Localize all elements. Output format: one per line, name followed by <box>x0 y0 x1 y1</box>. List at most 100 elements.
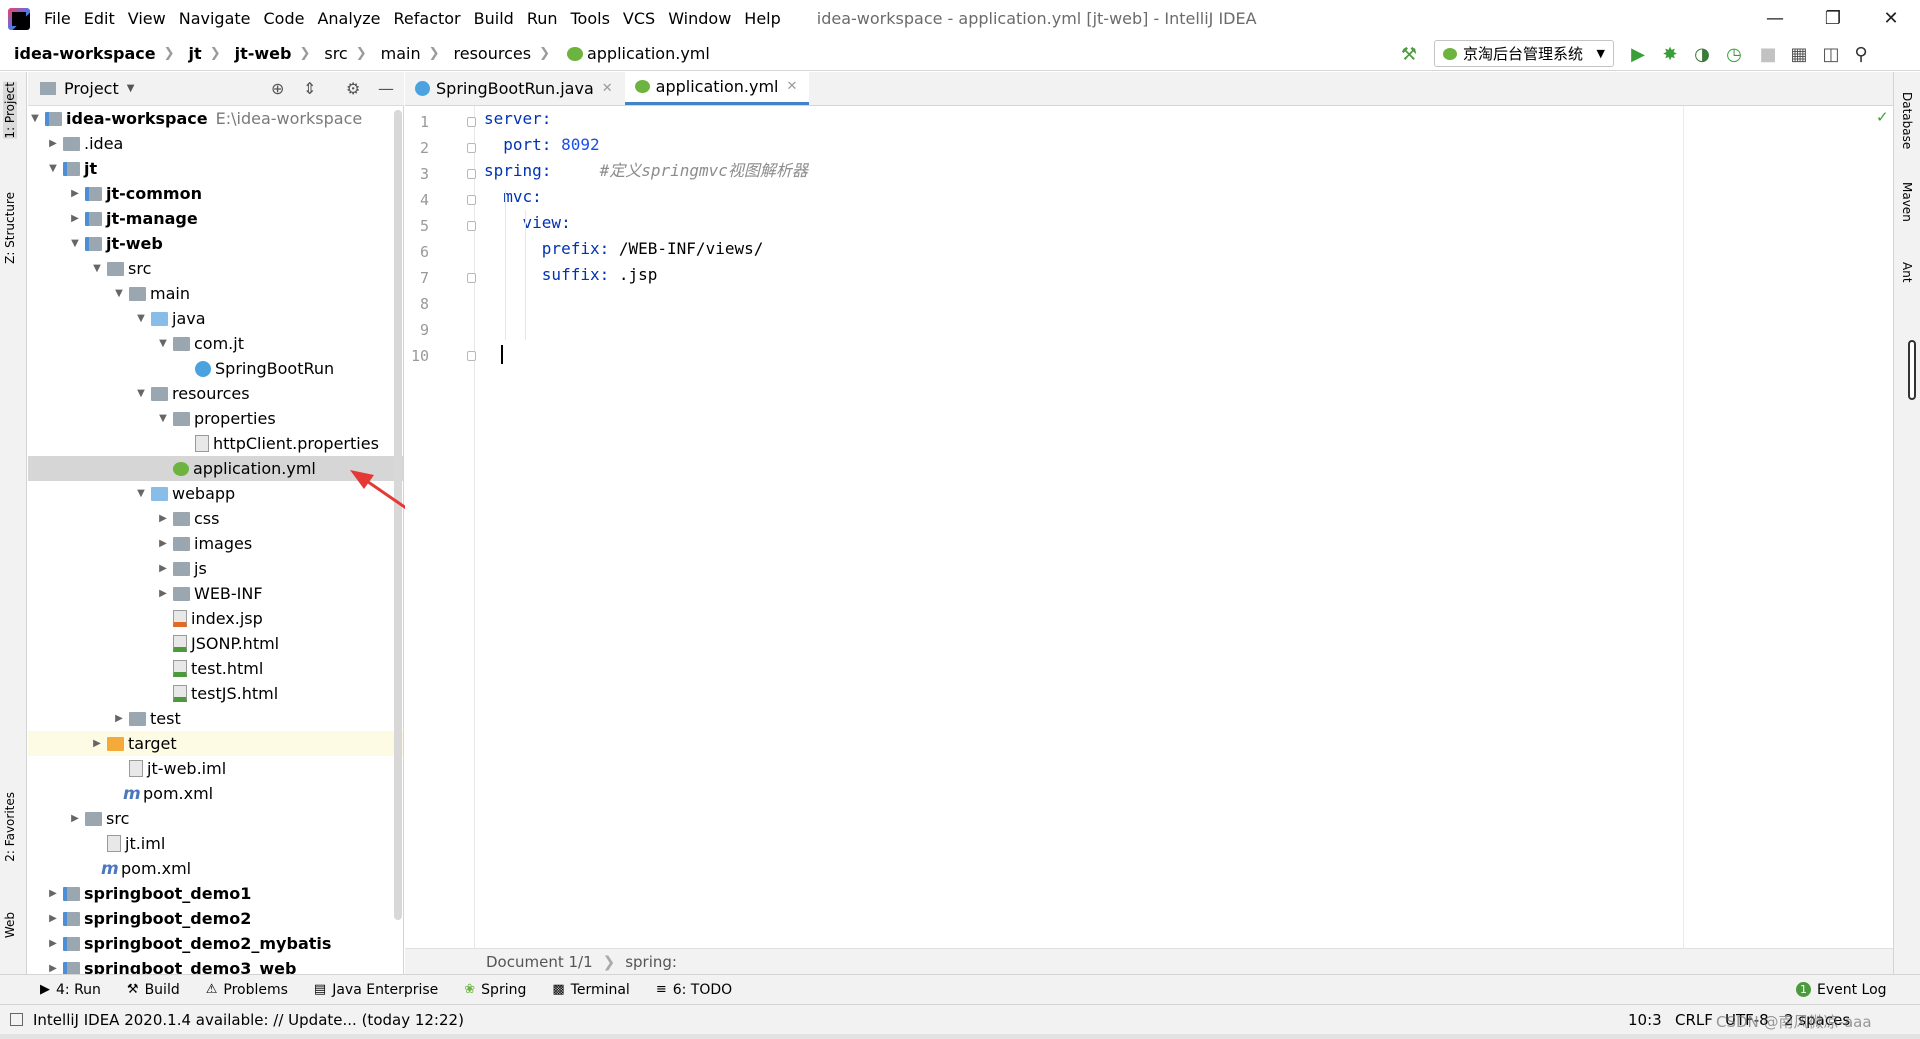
tree-item-springboot-demo3-web[interactable]: ▶ springboot_demo3_web <box>28 956 403 974</box>
menu-code[interactable]: Code <box>264 7 305 30</box>
code-editor[interactable]: server: port: 8092 spring: #定义springmvc视… <box>476 106 1893 948</box>
tree-item-jt-web-pom[interactable]: m pom.xml <box>28 781 403 806</box>
tool-maven-tab[interactable]: Maven <box>1900 182 1914 222</box>
tree-item-web-inf[interactable]: ▶ WEB-INF <box>28 581 403 606</box>
collapse-all-icon[interactable]: ⇕ <box>303 79 316 98</box>
menu-window[interactable]: Window <box>668 7 731 30</box>
tree-item-idea-workspace[interactable]: ▼ idea-workspace E:\idea-workspace <box>28 106 403 131</box>
fold-marker-icon[interactable] <box>467 273 476 283</box>
breadcrumb-application-yml[interactable]: application.yml <box>564 44 710 63</box>
window-toggle-icon[interactable] <box>10 1013 23 1026</box>
menu-analyze[interactable]: Analyze <box>317 7 380 30</box>
tool-structure-tab[interactable]: Z: Structure <box>3 192 17 264</box>
stop-icon[interactable]: ■ <box>1757 43 1779 65</box>
menu-help[interactable]: Help <box>744 7 780 30</box>
search-icon[interactable]: ⚲ <box>1850 43 1872 65</box>
breadcrumb-workspace[interactable]: idea-workspace ❯ <box>14 44 175 63</box>
gear-icon[interactable]: ⚙ <box>346 79 360 98</box>
tool-terminal-button[interactable]: ▩ Terminal <box>552 982 629 998</box>
expanded-arrow-icon[interactable]: ▼ <box>134 488 148 499</box>
tool-project-tab[interactable]: 1: Project <box>3 82 17 139</box>
tree-item-test-html[interactable]: test.html <box>28 656 403 681</box>
fold-marker-icon[interactable] <box>467 351 476 361</box>
tool-todo-button[interactable]: ≡ 6: TODO <box>656 982 732 998</box>
tree-item-properties[interactable]: ▼ properties <box>28 406 403 431</box>
tree-item-idea[interactable]: ▶ .idea <box>28 131 403 156</box>
run-icon[interactable]: ▶ <box>1627 43 1649 65</box>
editor-scroll-thumb[interactable] <box>1908 340 1916 400</box>
collapsed-arrow-icon[interactable]: ▶ <box>156 563 170 574</box>
collapsed-arrow-icon[interactable]: ▶ <box>68 213 82 224</box>
fold-marker-icon[interactable] <box>467 195 476 205</box>
breadcrumb-resources[interactable]: resources ❯ <box>454 44 550 63</box>
tree-item-testjs-html[interactable]: testJS.html <box>28 681 403 706</box>
project-structure-icon[interactable]: ▦ <box>1788 43 1810 65</box>
expanded-arrow-icon[interactable]: ▼ <box>46 163 60 174</box>
tool-run-button[interactable]: ▶ 4: Run <box>40 982 101 998</box>
tree-item-jt[interactable]: ▼ jt <box>28 156 403 181</box>
expanded-arrow-icon[interactable]: ▼ <box>28 113 42 124</box>
tree-item-jsonp-html[interactable]: JSONP.html <box>28 631 403 656</box>
tree-item-jt-src[interactable]: ▶ src <box>28 806 403 831</box>
run-configuration-select[interactable]: 京淘后台管理系统 ▼ <box>1434 40 1614 67</box>
expanded-arrow-icon[interactable]: ▼ <box>134 313 148 324</box>
presentation-icon[interactable]: ◫ <box>1820 43 1842 65</box>
collapsed-arrow-icon[interactable]: ▶ <box>68 813 82 824</box>
tree-item-main[interactable]: ▼ main <box>28 281 403 306</box>
minimize-icon[interactable]: — <box>1746 0 1804 37</box>
tree-item-resources[interactable]: ▼ resources <box>28 381 403 406</box>
expanded-arrow-icon[interactable]: ▼ <box>156 413 170 424</box>
locate-icon[interactable]: ⊕ <box>271 79 284 98</box>
project-panel-title[interactable]: Project <box>64 79 119 98</box>
profile-icon[interactable]: ◷ <box>1723 43 1745 65</box>
collapsed-arrow-icon[interactable]: ▶ <box>46 938 60 949</box>
tool-problems-button[interactable]: ⚠ Problems <box>206 982 288 998</box>
build-hammer-icon[interactable]: ⚒ <box>1398 43 1420 65</box>
tree-item-jt-manage[interactable]: ▶ jt-manage <box>28 206 403 231</box>
collapsed-arrow-icon[interactable]: ▶ <box>112 713 126 724</box>
tree-item-springboot-demo2[interactable]: ▶ springboot_demo2 <box>28 906 403 931</box>
tree-item-jt-web-iml[interactable]: jt-web.iml <box>28 756 403 781</box>
menu-vcs[interactable]: VCS <box>623 7 655 30</box>
collapsed-arrow-icon[interactable]: ▶ <box>46 963 60 974</box>
coverage-icon[interactable]: ◑ <box>1691 43 1713 65</box>
tree-item-springboot-demo1[interactable]: ▶ springboot_demo1 <box>28 881 403 906</box>
yaml-path-crumb[interactable]: spring: <box>625 953 677 971</box>
tree-item-jt-common[interactable]: ▶ jt-common <box>28 181 403 206</box>
expanded-arrow-icon[interactable]: ▼ <box>90 263 104 274</box>
breadcrumb-jt[interactable]: jt ❯ <box>189 44 221 63</box>
collapsed-arrow-icon[interactable]: ▶ <box>46 913 60 924</box>
tool-ant-tab[interactable]: Ant <box>1900 262 1914 283</box>
tree-item-springboot-demo2-mybatis[interactable]: ▶ springboot_demo2_mybatis <box>28 931 403 956</box>
tree-item-springbootrun[interactable]: SpringBootRun <box>28 356 403 381</box>
tree-item-src[interactable]: ▼ src <box>28 256 403 281</box>
collapsed-arrow-icon[interactable]: ▶ <box>46 138 60 149</box>
tree-item-test[interactable]: ▶ test <box>28 706 403 731</box>
hide-icon[interactable]: — <box>378 79 394 98</box>
close-tab-icon[interactable]: ✕ <box>787 79 798 94</box>
close-icon[interactable]: ✕ <box>1862 0 1920 37</box>
tree-item-jt-iml[interactable]: jt.iml <box>28 831 403 856</box>
fold-marker-icon[interactable] <box>467 169 476 179</box>
menu-navigate[interactable]: Navigate <box>179 7 251 30</box>
tab-application-yml[interactable]: application.yml ✕ <box>624 71 810 105</box>
collapsed-arrow-icon[interactable]: ▶ <box>68 188 82 199</box>
tree-item-index-jsp[interactable]: index.jsp <box>28 606 403 631</box>
tree-item-java[interactable]: ▼ java <box>28 306 403 331</box>
collapsed-arrow-icon[interactable]: ▶ <box>156 588 170 599</box>
menu-run[interactable]: Run <box>527 7 558 30</box>
menu-file[interactable]: File <box>44 7 71 30</box>
close-tab-icon[interactable]: ✕ <box>602 81 613 96</box>
debug-icon[interactable]: ✸ <box>1659 43 1681 65</box>
tree-item-jt-pom[interactable]: m pom.xml <box>28 856 403 881</box>
collapsed-arrow-icon[interactable]: ▶ <box>156 538 170 549</box>
menu-edit[interactable]: Edit <box>84 7 115 30</box>
menu-view[interactable]: View <box>128 7 166 30</box>
breadcrumb-main[interactable]: main ❯ <box>381 44 440 63</box>
expanded-arrow-icon[interactable]: ▼ <box>112 288 126 299</box>
collapsed-arrow-icon[interactable]: ▶ <box>156 513 170 524</box>
tool-java-enterprise-button[interactable]: ▤ Java Enterprise <box>314 982 438 998</box>
menu-build[interactable]: Build <box>474 7 514 30</box>
tool-database-tab[interactable]: Database <box>1900 92 1914 149</box>
breadcrumb-jt-web[interactable]: jt-web ❯ <box>235 44 311 63</box>
